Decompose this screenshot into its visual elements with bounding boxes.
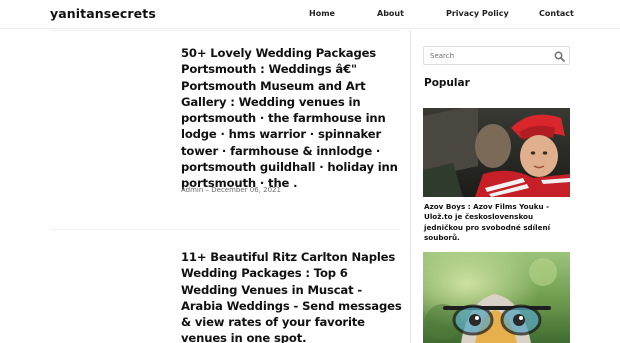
nav-contact[interactable]: Contact [539, 9, 574, 18]
post-title[interactable]: 11+ Beautiful Ritz Carlton Naples Weddin… [181, 249, 404, 343]
popular-thumbnail[interactable] [423, 108, 570, 197]
post-divider [50, 229, 400, 230]
popular-thumbnail[interactable] [423, 252, 570, 343]
site-logo[interactable]: yanitansecrets [50, 6, 156, 21]
search-icon [554, 51, 565, 62]
sidebar-divider [410, 30, 411, 343]
site-header: yanitansecrets Home About Privacy Policy… [0, 0, 620, 29]
search-button[interactable] [554, 50, 565, 62]
nav-home[interactable]: Home [309, 9, 335, 18]
search-form [423, 46, 570, 65]
thumbnail-image [423, 252, 570, 343]
post-item: 50+ Lovely Wedding Packages Portsmouth :… [181, 45, 404, 192]
thumbnail-image [423, 108, 570, 197]
post-divider [50, 30, 400, 31]
post-title[interactable]: 50+ Lovely Wedding Packages Portsmouth :… [181, 45, 404, 192]
popular-caption[interactable]: Azov Boys : Azov Films Youku - Ulož.to j… [424, 202, 572, 243]
post-meta: Admin – December 06, 2021 [181, 186, 281, 194]
popular-heading: Popular [424, 77, 470, 89]
nav-privacy-policy[interactable]: Privacy Policy [446, 9, 509, 18]
search-input[interactable] [424, 47, 554, 64]
nav-about[interactable]: About [377, 9, 404, 18]
post-item: 11+ Beautiful Ritz Carlton Naples Weddin… [181, 249, 404, 343]
